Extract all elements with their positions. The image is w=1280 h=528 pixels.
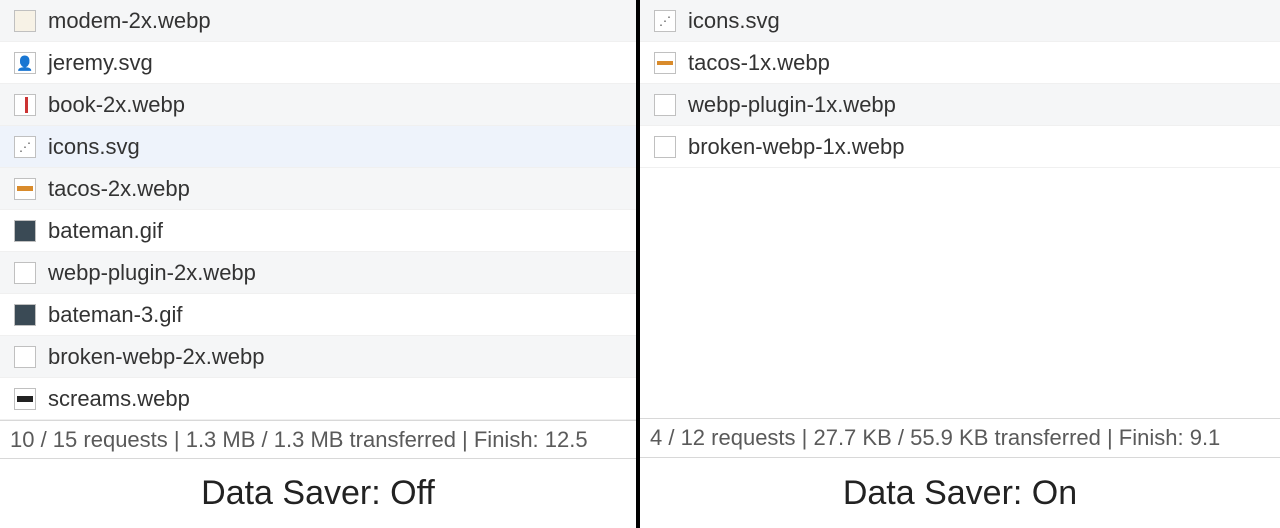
comparison-container: modem-2x.webp jeremy.svg book-2x.webp icons… [0,0,1280,528]
file-name: tacos-2x.webp [48,176,190,202]
network-request-row[interactable]: jeremy.svg [0,42,636,84]
spacer [640,168,1280,418]
file-type-icon [654,52,676,74]
network-request-row[interactable]: modem-2x.webp [0,0,636,42]
file-type-icon [14,136,36,158]
file-name: book-2x.webp [48,92,185,118]
file-name: icons.svg [688,8,780,34]
panel-data-saver-off: modem-2x.webp jeremy.svg book-2x.webp icons… [0,0,640,528]
file-type-icon [14,178,36,200]
file-type-icon [654,10,676,32]
network-status-bar-right: 4 / 12 requests | 27.7 KB / 55.9 KB tran… [640,418,1280,458]
file-name: bateman-3.gif [48,302,183,328]
file-type-icon [14,388,36,410]
network-request-row[interactable]: broken-webp-2x.webp [0,336,636,378]
network-request-row[interactable]: icons.svg [640,0,1280,42]
file-type-icon [14,346,36,368]
file-type-icon [14,220,36,242]
file-type-icon [654,94,676,116]
file-name: jeremy.svg [48,50,153,76]
file-name: icons.svg [48,134,140,160]
network-request-row[interactable]: tacos-1x.webp [640,42,1280,84]
network-request-row[interactable]: webp-plugin-1x.webp [640,84,1280,126]
caption-right: Data Saver: On [640,458,1280,528]
file-name: tacos-1x.webp [688,50,830,76]
file-list-right: icons.svg tacos-1x.webp webp-plugin-1x.web… [640,0,1280,168]
network-request-row[interactable]: broken-webp-1x.webp [640,126,1280,168]
file-type-icon [14,52,36,74]
network-request-row[interactable]: book-2x.webp [0,84,636,126]
file-type-icon [654,136,676,158]
network-request-row[interactable]: webp-plugin-2x.webp [0,252,636,294]
caption-left: Data Saver: Off [0,459,636,528]
file-list-left: modem-2x.webp jeremy.svg book-2x.webp icons… [0,0,636,420]
network-request-row[interactable]: bateman-3.gif [0,294,636,336]
network-request-row[interactable]: tacos-2x.webp [0,168,636,210]
status-text: 4 / 12 requests | 27.7 KB / 55.9 KB tran… [650,425,1220,451]
file-name: bateman.gif [48,218,163,244]
file-type-icon [14,262,36,284]
caption-text: Data Saver: On [843,474,1077,513]
file-type-icon [14,10,36,32]
file-name: webp-plugin-1x.webp [688,92,896,118]
file-name: modem-2x.webp [48,8,211,34]
network-status-bar-left: 10 / 15 requests | 1.3 MB / 1.3 MB trans… [0,420,636,459]
file-type-icon [14,304,36,326]
network-request-row[interactable]: icons.svg [0,126,636,168]
panel-data-saver-on: icons.svg tacos-1x.webp webp-plugin-1x.web… [640,0,1280,528]
file-name: screams.webp [48,386,190,412]
file-type-icon [14,94,36,116]
caption-text: Data Saver: Off [201,474,435,513]
file-name: broken-webp-2x.webp [48,344,264,370]
status-text: 10 / 15 requests | 1.3 MB / 1.3 MB trans… [10,427,588,453]
network-request-row[interactable]: screams.webp [0,378,636,420]
file-name: broken-webp-1x.webp [688,134,904,160]
file-name: webp-plugin-2x.webp [48,260,256,286]
network-request-row[interactable]: bateman.gif [0,210,636,252]
